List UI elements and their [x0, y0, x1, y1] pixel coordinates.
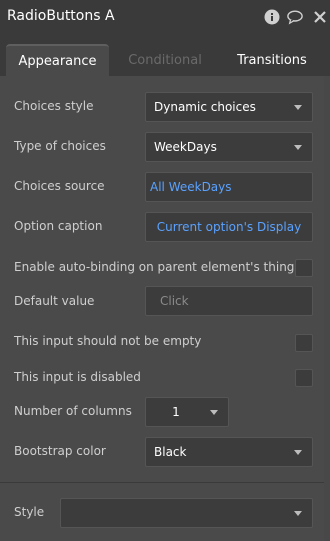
property-editor-panel: RadioButtons A Appearance Conditional Tr…	[0, 0, 330, 541]
option-caption-field[interactable]: Current option's Display	[145, 212, 313, 242]
auto-binding-checkbox[interactable]	[295, 259, 313, 277]
choices-source-label: Choices source	[14, 179, 105, 193]
comment-icon[interactable]	[287, 9, 303, 25]
bootstrap-color-dropdown[interactable]: Black	[145, 437, 313, 467]
option-caption-label: Option caption	[14, 219, 103, 233]
num-columns-value: 1	[172, 405, 180, 419]
choices-style-label: Choices style	[14, 99, 94, 113]
panel-header: RadioButtons A	[0, 0, 330, 36]
default-value-label: Default value	[14, 294, 95, 308]
type-of-choices-dropdown[interactable]: WeekDays	[145, 132, 313, 162]
tab-bar: Appearance Conditional Transitions	[0, 36, 330, 76]
type-of-choices-label: Type of choices	[14, 139, 106, 153]
chevron-down-icon	[294, 145, 302, 150]
chevron-down-icon	[294, 105, 302, 110]
section-divider	[0, 482, 330, 483]
tab-conditional[interactable]: Conditional	[115, 44, 215, 76]
disabled-label: This input is disabled	[14, 370, 141, 384]
tab-transitions[interactable]: Transitions	[222, 44, 322, 76]
style-dropdown[interactable]	[60, 498, 313, 528]
chevron-down-icon	[294, 450, 302, 455]
info-icon[interactable]	[264, 9, 280, 25]
default-value-input[interactable]: Click	[145, 286, 313, 316]
bootstrap-color-value: Black	[154, 445, 187, 459]
num-columns-label: Number of columns	[14, 404, 132, 418]
choices-style-dropdown[interactable]: Dynamic choices	[145, 92, 313, 122]
not-empty-checkbox[interactable]	[295, 334, 313, 352]
not-empty-label: This input should not be empty	[14, 334, 202, 348]
type-of-choices-value: WeekDays	[154, 140, 217, 154]
close-icon[interactable]	[312, 9, 328, 25]
num-columns-dropdown[interactable]: 1	[145, 397, 229, 427]
appearance-content: Choices style Dynamic choices Type of ch…	[0, 76, 330, 541]
panel-title: RadioButtons A	[7, 8, 115, 24]
bootstrap-color-label: Bootstrap color	[14, 444, 106, 458]
disabled-checkbox[interactable]	[295, 369, 313, 387]
style-label: Style	[14, 505, 45, 519]
chevron-down-icon	[210, 410, 218, 415]
auto-binding-label: Enable auto-binding on parent element's …	[14, 260, 295, 274]
choices-source-field[interactable]: All WeekDays	[145, 172, 313, 202]
chevron-down-icon	[294, 511, 302, 516]
tab-appearance[interactable]: Appearance	[6, 44, 109, 76]
choices-style-value: Dynamic choices	[154, 100, 256, 114]
scrollbar[interactable]	[324, 76, 330, 541]
